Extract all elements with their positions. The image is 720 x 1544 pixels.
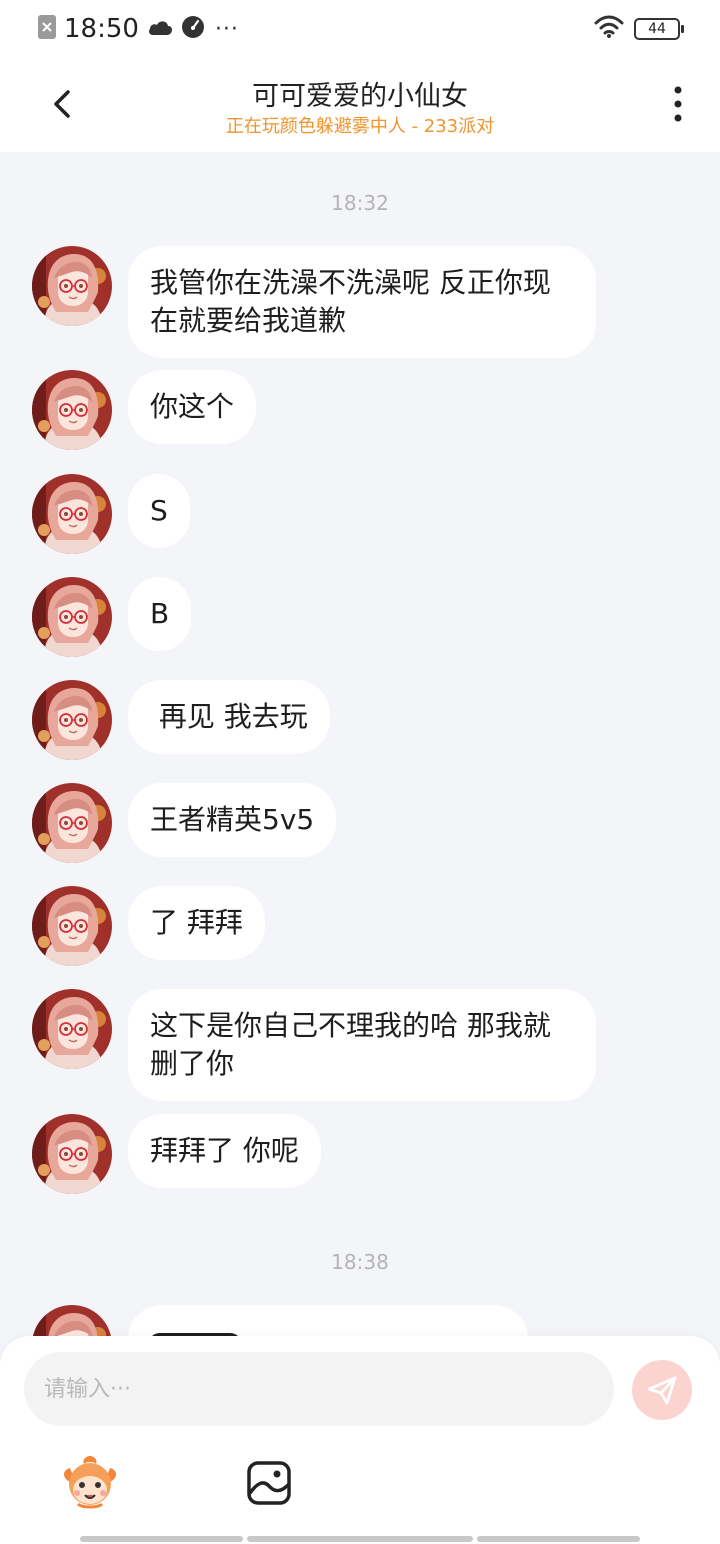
message-bubble[interactable]: 这下是你自己不理我的哈 那我就删了你 [128,989,596,1101]
emoji-button[interactable] [60,1452,120,1516]
message-bubble[interactable]: S [128,474,190,548]
partner-activity-status[interactable]: 正在玩颜色躲避雾中人 - 233派对 [0,112,720,138]
message-row: S [32,474,190,554]
nav-indicator-left [80,1536,243,1542]
message-row: 拜拜了 你呢 [32,1114,321,1194]
status-bar: 18:50 ··· 44 [0,0,720,58]
input-panel [0,1336,720,1544]
message-bubble[interactable]: 拜拜了 你呢 [128,1114,321,1188]
message-row: 王者精英5v5 [32,783,337,863]
speedometer-icon [181,15,205,43]
send-button[interactable] [632,1360,692,1420]
avatar[interactable] [32,246,112,326]
message-row: 了 拜拜 [32,886,265,966]
message-row: 你这个 [32,370,257,450]
status-left: 18:50 ··· [38,14,239,44]
message-bubble[interactable]: B [128,577,192,651]
more-notifications-icon: ··· [214,16,239,42]
image-icon [247,1461,291,1505]
more-options-button[interactable] [666,84,690,124]
chat-partner-name: 可可爱爱的小仙女 [252,81,468,112]
status-right: 44 [594,14,684,44]
message-input[interactable] [24,1352,614,1426]
message-bubble[interactable]: 你这个 [128,370,257,444]
message-row: B [32,577,192,657]
message-bubble[interactable]: 了 拜拜 [128,886,265,960]
cloud-icon [147,17,173,41]
avatar[interactable] [32,370,112,450]
chat-header: 可可爱爱的小仙女 正在玩颜色躲避雾中人 - 233派对 [0,58,720,152]
vertical-dots-icon [674,86,682,122]
message-bubble[interactable]: 再见 我去玩 [128,680,330,754]
avatar[interactable] [32,680,112,760]
battery-indicator: 44 [634,18,684,40]
time-divider: 18:32 [331,191,389,215]
close-notification-icon [38,15,56,43]
time-divider: 18:38 [331,1250,389,1274]
avatar[interactable] [32,1114,112,1194]
avatar[interactable] [32,577,112,657]
wifi-icon [594,15,624,43]
message-bubble[interactable]: 我管你在洗澡不洗澡呢 反正你现在就要给我道歉 [128,246,596,358]
message-row: 这下是你自己不理我的哈 那我就删了你 [32,989,596,1101]
avatar[interactable] [32,886,112,966]
avatar[interactable] [32,474,112,554]
nav-indicator-right [477,1536,640,1542]
nav-indicator-middle [247,1536,473,1542]
avatar[interactable] [32,783,112,863]
message-bubble[interactable]: 王者精英5v5 [128,783,337,857]
status-time: 18:50 [64,14,139,44]
message-row: 我管你在洗澡不洗澡呢 反正你现在就要给我道歉 [32,246,596,358]
message-row: 再见 我去玩 [32,680,330,760]
send-icon [647,1376,677,1405]
emoji-mascot-icon [64,1456,116,1509]
image-button[interactable] [246,1460,292,1510]
avatar[interactable] [32,989,112,1069]
